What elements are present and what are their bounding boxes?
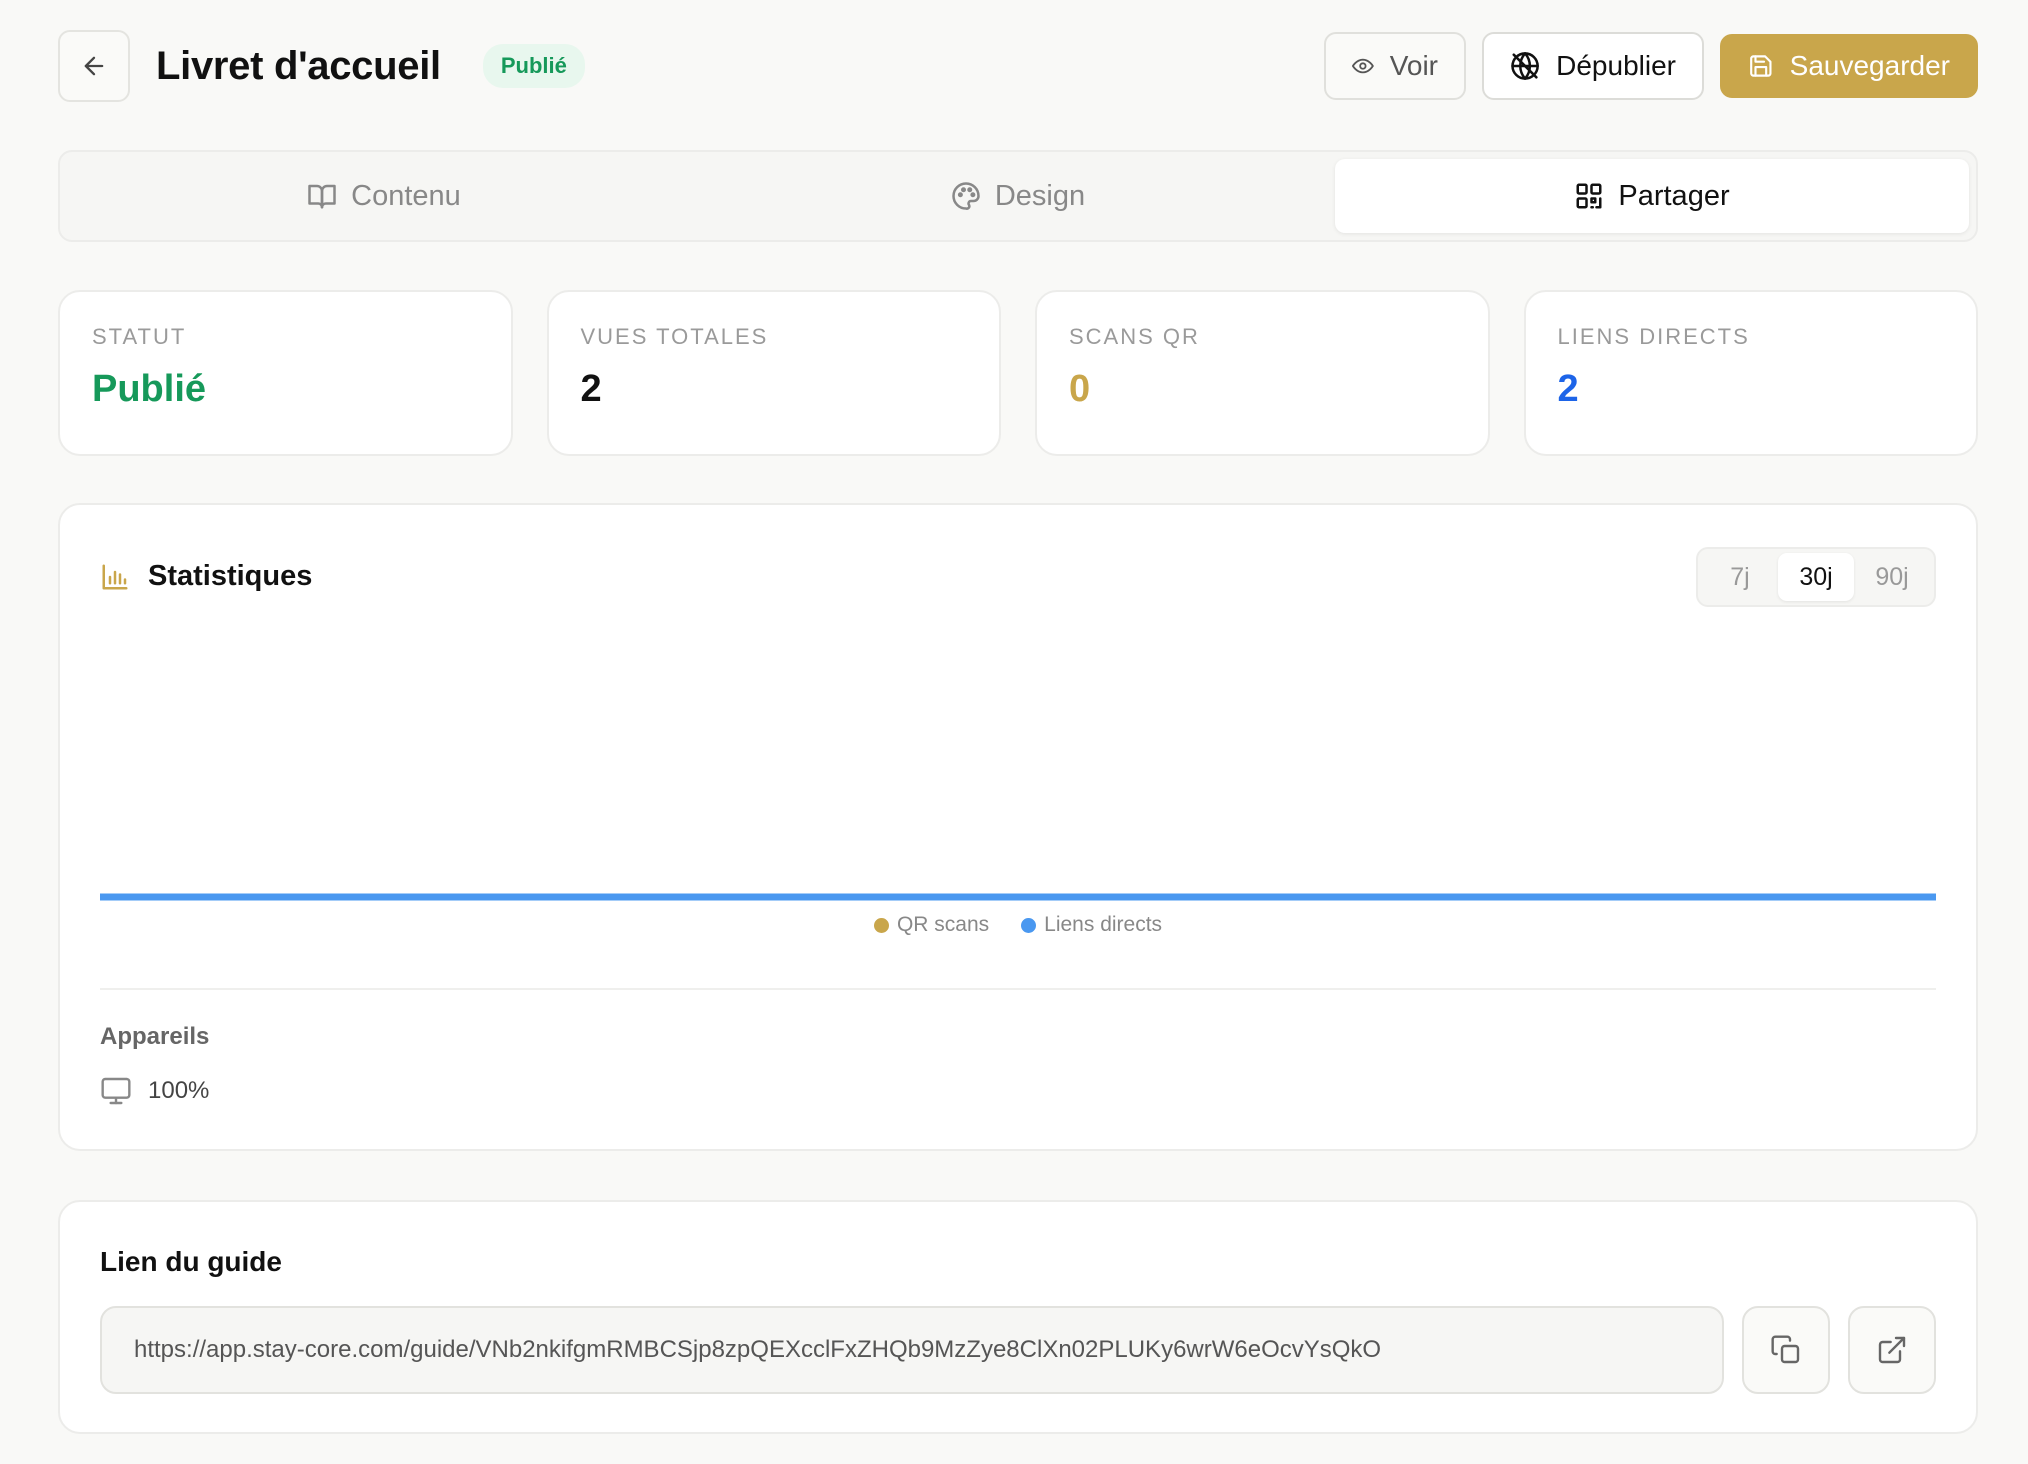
stat-value: 0	[1069, 368, 1091, 410]
external-link-icon	[1878, 1336, 1906, 1364]
divider	[100, 988, 1936, 990]
statistics-title: Statistiques	[148, 560, 313, 592]
chart-legend: QR scans Liens directs	[60, 913, 1976, 937]
stat-label: VUES TOTALES	[580, 324, 769, 349]
tab-design-label: Design	[994, 179, 1086, 212]
stat-value: 2	[1557, 368, 1579, 410]
stat-card-direct-links: LIENS DIRECTS 2	[1523, 290, 1978, 456]
monitor-icon	[101, 1077, 131, 1105]
legend-dot	[1021, 917, 1037, 933]
tab-contenu-label: Contenu	[351, 179, 461, 212]
guide-link-panel: Lien du guide https://app.stay-core.com/…	[58, 1200, 1978, 1434]
header-actions: Voir Dépublier Sauvegarder	[1324, 32, 1978, 100]
tab-design[interactable]: Design	[701, 159, 1335, 233]
view-button-label: Voir	[1389, 50, 1438, 81]
stats-row: STATUT Publié VUES TOTALES 2 SCANS QR 0 …	[58, 290, 1978, 456]
unpublish-button[interactable]: Dépublier	[1482, 32, 1704, 100]
guide-link-field[interactable]: https://app.stay-core.com/guide/VNb2nkif…	[100, 1306, 1724, 1394]
legend-item-0: QR scans	[873, 913, 990, 937]
range-selector: 7j 30j 90j	[1696, 547, 1936, 607]
stat-value: Publié	[92, 368, 207, 410]
back-button[interactable]	[58, 30, 130, 102]
view-button[interactable]: Voir	[1324, 32, 1466, 100]
eye-icon	[1352, 58, 1374, 74]
save-button[interactable]: Sauvegarder	[1720, 34, 1978, 98]
status-badge: Publié	[482, 44, 585, 88]
tab-partager-label: Partager	[1618, 179, 1730, 212]
unpublish-button-label: Dépublier	[1556, 50, 1676, 81]
copy-icon	[1771, 1335, 1800, 1364]
guide-link-row: https://app.stay-core.com/guide/VNb2nkif…	[100, 1306, 1936, 1394]
copy-link-button[interactable]	[1742, 1306, 1830, 1394]
stat-card-status: STATUT Publié	[58, 290, 513, 456]
range-7j[interactable]: 7j	[1702, 553, 1778, 601]
stat-label: SCANS QR	[1069, 324, 1200, 349]
statistics-panel: Statistiques 7j 30j 90j QR scans Liens di…	[58, 503, 1978, 1151]
device-row-desktop: 100%	[100, 1075, 209, 1107]
page: Livret d'accueil Publié Voir Dépublier S…	[0, 0, 2028, 1464]
legend-dot	[873, 917, 889, 933]
tab-partager[interactable]: Partager	[1335, 159, 1969, 233]
stat-label: STATUT	[92, 324, 187, 349]
legend-item-1: Liens directs	[1021, 913, 1162, 937]
tab-bar: Contenu Design Partager	[58, 150, 1978, 242]
stat-card-total-views: VUES TOTALES 2	[546, 290, 1001, 456]
stat-label: LIENS DIRECTS	[1557, 324, 1750, 349]
palette-icon	[952, 182, 980, 210]
guide-link-title: Lien du guide	[100, 1246, 282, 1277]
range-90j[interactable]: 90j	[1854, 553, 1930, 601]
range-30j[interactable]: 30j	[1778, 553, 1854, 601]
save-icon	[1750, 55, 1772, 77]
chart-svg	[100, 893, 1936, 901]
stat-value: 2	[580, 368, 602, 410]
qr-code-icon	[1576, 183, 1602, 209]
tab-contenu[interactable]: Contenu	[67, 159, 701, 233]
open-link-button[interactable]	[1848, 1306, 1936, 1394]
book-open-icon	[308, 184, 336, 209]
device-percentage: 100%	[148, 1077, 210, 1104]
legend-label: Liens directs	[1044, 913, 1163, 936]
save-button-label: Sauvegarder	[1789, 50, 1950, 81]
globe-off-icon	[1511, 52, 1539, 80]
legend-label: QR scans	[896, 913, 990, 936]
devices-title: Appareils	[100, 1023, 210, 1050]
arrow-left-icon	[84, 56, 104, 76]
page-title: Livret d'accueil	[156, 43, 441, 88]
stat-card-qr-scans: SCANS QR 0	[1035, 290, 1490, 456]
statistics-chart	[100, 655, 1936, 903]
header: Livret d'accueil Publié Voir Dépublier S…	[58, 30, 1978, 102]
bar-chart-icon	[102, 564, 128, 589]
statistics-header: Statistiques	[100, 560, 312, 593]
